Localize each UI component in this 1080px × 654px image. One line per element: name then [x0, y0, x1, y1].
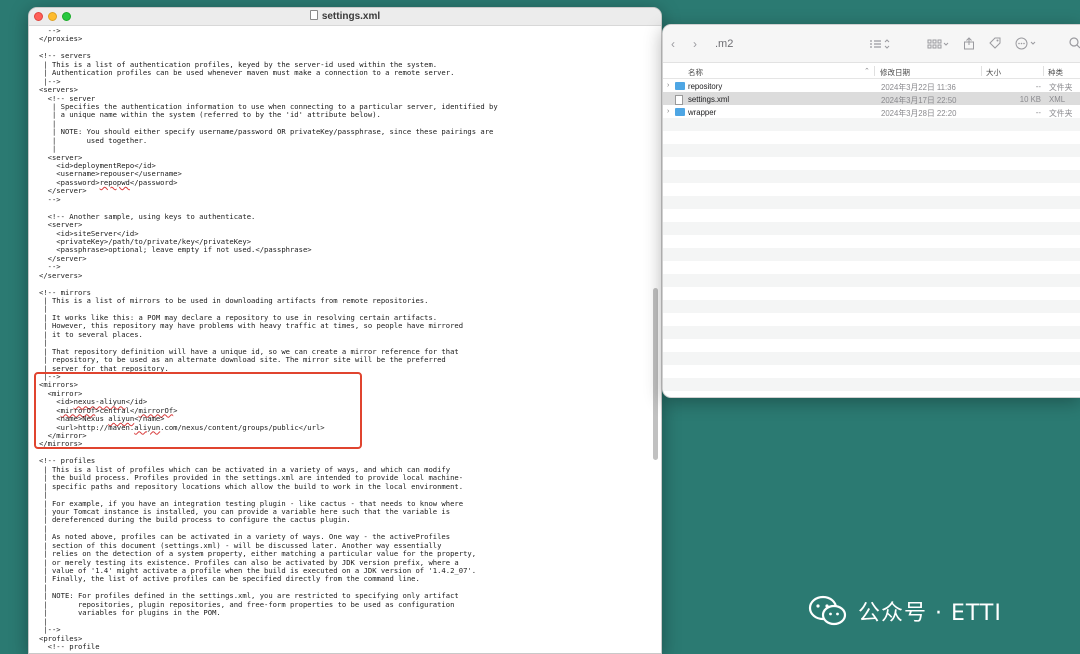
code-line: <!-- profile [39, 641, 100, 651]
document-title: settings.xml [29, 10, 661, 22]
empty-row [663, 157, 1080, 170]
back-icon[interactable]: ‹ [671, 37, 675, 51]
file-name: repository [688, 81, 723, 91]
empty-row [663, 209, 1080, 222]
code-line: </proxies> [39, 34, 83, 44]
file-date: 2024年3月22日 11:36 [881, 82, 956, 92]
document-icon [309, 10, 318, 20]
file-row-repository[interactable]: › repository 2024年3月22日 11:36 -- 文件夹 [663, 79, 1080, 92]
code-line: | it to several places. [39, 329, 143, 339]
column-size[interactable]: 大小 [986, 67, 1001, 78]
empty-row [663, 144, 1080, 157]
file-name: settings.xml [688, 94, 730, 104]
empty-row [663, 378, 1080, 391]
code-line: |--> [39, 625, 61, 635]
column-name[interactable]: 名称 [688, 67, 703, 78]
file-size: 10 KB [1019, 94, 1041, 104]
watermark-text: 公众号 · ETTI [858, 601, 1002, 626]
empty-row [663, 170, 1080, 183]
file-name: wrapper [688, 107, 717, 117]
code-line: --> [39, 262, 61, 272]
column-header: 名称 ⌃ 修改日期 大小 种类 [663, 63, 1080, 79]
code-text-area[interactable]: --> </proxies> <!-- servers | This is a li… [39, 27, 647, 653]
file-date: 2024年3月28日 22:20 [881, 108, 957, 118]
empty-row [663, 235, 1080, 248]
folder-icon [675, 81, 685, 90]
code-line: </server> [39, 186, 87, 196]
forward-icon[interactable]: › [693, 37, 697, 51]
empty-row [663, 313, 1080, 326]
code-line: | [39, 144, 57, 154]
empty-row [663, 196, 1080, 209]
code-line: --> [39, 194, 61, 204]
tag-icon[interactable] [988, 37, 1001, 50]
empty-row [663, 287, 1080, 300]
empty-row [663, 352, 1080, 365]
file-date: 2024年3月17日 22:50 [881, 95, 957, 105]
finder-folder-title: .m2 [715, 38, 734, 50]
disclosure-chevron-icon[interactable]: › [667, 82, 669, 89]
code-line: <!-- Another sample, using keys to authe… [39, 211, 256, 221]
empty-row [663, 183, 1080, 196]
empty-row [663, 131, 1080, 144]
code-line: | a unique name within the system (refer… [39, 110, 381, 120]
code-line: --> [39, 27, 61, 35]
grid-view-icon[interactable] [927, 39, 949, 49]
code-line: | Finally, the list of active profiles c… [39, 574, 420, 584]
disclosure-chevron-icon[interactable]: › [667, 108, 669, 115]
code-line: <password>repopwd</password> [39, 177, 178, 187]
more-actions-icon[interactable] [1015, 37, 1041, 50]
code-line: <profiles> [39, 633, 83, 643]
empty-row [663, 274, 1080, 287]
finder-toolbar: ‹ › .m2 [663, 25, 1080, 63]
file-size: -- [1035, 107, 1041, 117]
finder-window: ‹ › .m2 名称 ⌃ 修改日期 大小 种类 › repository 202… [662, 24, 1080, 398]
file-row-wrapper[interactable]: › wrapper 2024年3月28日 22:20 -- 文件夹 [663, 105, 1080, 118]
list-view-icon[interactable] [869, 39, 891, 49]
text-editor-window: settings.xml --> </proxies> <!-- servers |… [28, 7, 662, 654]
empty-row [663, 118, 1080, 131]
watermark: 公众号 · ETTI [808, 594, 1002, 628]
code-line: <servers> [39, 85, 78, 95]
file-list: › repository 2024年3月22日 11:36 -- 文件夹 settings… [663, 79, 1080, 391]
code-line: </server> [39, 253, 87, 263]
code-line: <passphrase>optional; leave empty if not… [39, 245, 312, 255]
mirrors-highlight-box [34, 372, 362, 449]
file-kind: 文件夹 [1049, 108, 1073, 118]
code-line: </servers> [39, 270, 83, 280]
empty-row [663, 261, 1080, 274]
sort-chevron-icon[interactable]: ⌃ [864, 67, 870, 75]
wechat-logo-icon [808, 595, 847, 626]
editor-titlebar[interactable]: settings.xml [29, 8, 661, 26]
spellcheck-underline: repopwd [99, 177, 130, 187]
search-icon[interactable] [1069, 37, 1080, 50]
share-icon[interactable] [963, 37, 975, 50]
code-line: | [39, 616, 48, 626]
file-icon [675, 94, 683, 105]
code-line: | dereferenced during the build process … [39, 515, 351, 525]
folder-icon [675, 107, 685, 116]
column-date[interactable]: 修改日期 [880, 67, 910, 78]
empty-row [663, 248, 1080, 261]
code-line: | used together. [39, 135, 148, 145]
file-kind: XML [1049, 94, 1066, 104]
code-line: | specific paths and repository location… [39, 481, 464, 491]
code-line: | This is a list of mirrors to be used i… [39, 296, 429, 305]
column-kind[interactable]: 种类 [1048, 67, 1063, 78]
file-size: -- [1035, 81, 1041, 91]
empty-row [663, 365, 1080, 378]
file-kind: 文件夹 [1049, 82, 1073, 92]
empty-row [663, 222, 1080, 235]
code-line: |--> [39, 76, 61, 86]
file-row-settings-xml[interactable]: settings.xml 2024年3月17日 22:50 10 KB XML [663, 92, 1080, 105]
vertical-scrollbar[interactable] [653, 288, 658, 460]
code-line: | variables for plugins in the POM. [39, 608, 221, 618]
empty-row [663, 326, 1080, 339]
empty-row [663, 300, 1080, 313]
empty-row [663, 339, 1080, 352]
code-line: | Authentication profiles can be used wh… [39, 68, 455, 78]
